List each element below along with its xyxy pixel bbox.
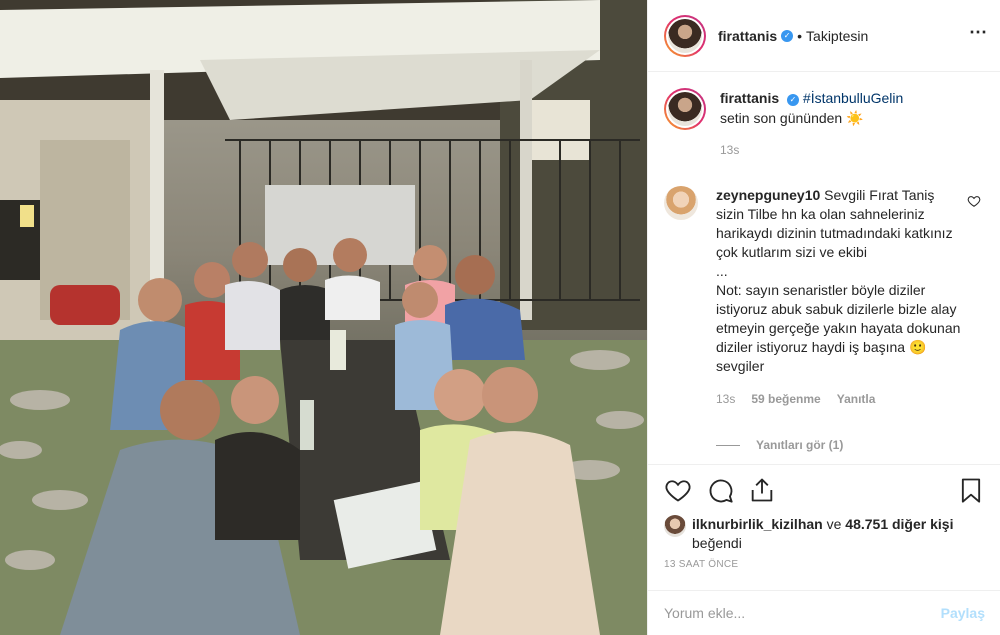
post-timestamp[interactable]: 13 SAAT ÖNCE <box>664 559 985 570</box>
comments-section[interactable]: firattanis ✓ #İstanbulluGelin setin son … <box>648 72 1000 464</box>
share-icon[interactable] <box>748 476 776 504</box>
view-replies-button[interactable]: Yanıtları gör (1) <box>716 436 964 455</box>
comment-item: zeynepguney10 Sevgili Fırat Taniş sizin … <box>664 186 985 455</box>
caption: firattanis ✓ #İstanbulluGelin setin son … <box>664 88 985 160</box>
action-icons <box>664 475 985 505</box>
caption-text: setin son gününden ☀️ <box>720 110 864 126</box>
separator-dot: • <box>797 27 803 44</box>
commenter-avatar[interactable] <box>664 186 698 220</box>
bookmark-icon[interactable] <box>957 476 985 504</box>
comment-time[interactable]: 13s <box>716 390 735 409</box>
post-photo[interactable] <box>0 0 647 635</box>
comment-heart-icon[interactable] <box>967 194 981 208</box>
caption-hashtag[interactable]: #İstanbulluGelin <box>803 90 903 106</box>
commenter-username[interactable]: zeynepguney10 <box>716 187 820 203</box>
heart-icon[interactable] <box>664 476 692 504</box>
caption-avatar[interactable] <box>664 88 706 130</box>
liker-avatar[interactable] <box>664 515 686 537</box>
caption-username[interactable]: firattanis <box>720 90 779 106</box>
comment-likes[interactable]: 59 beğenme <box>751 390 820 409</box>
comment-icon[interactable] <box>706 476 734 504</box>
replies-divider <box>716 445 740 446</box>
post-actions: ilknurbirlik_kizilhan ve 48.751 diğer ki… <box>648 464 1000 584</box>
caption-time[interactable]: 13s <box>720 140 970 160</box>
verified-badge-icon: ✓ <box>781 29 794 42</box>
post-header: firattanis ✓ • Takiptesin ⋯ <box>648 0 1000 72</box>
likes-count[interactable]: 48.751 diğer kişi <box>845 516 953 532</box>
post-side-panel: firattanis ✓ • Takiptesin ⋯ firattanis ✓… <box>647 0 1000 635</box>
post-comment-button[interactable]: Paylaş <box>941 605 985 621</box>
comment-meta: 13s 59 beğenme Yanıtla <box>716 390 964 409</box>
author-username[interactable]: firattanis <box>718 28 777 44</box>
group-photo-illustration <box>0 0 647 635</box>
comment-input[interactable] <box>664 605 941 621</box>
reply-button[interactable]: Yanıtla <box>837 390 876 409</box>
add-comment-bar: Paylaş <box>648 590 1000 635</box>
liker-username[interactable]: ilknurbirlik_kizilhan <box>692 516 823 532</box>
comment-text: Sevgili Fırat Taniş sizin Tilbe hn ka ol… <box>716 187 961 374</box>
view-replies-label: Yanıtları gör (1) <box>756 438 844 452</box>
verified-badge-icon: ✓ <box>787 94 800 106</box>
more-options-icon[interactable]: ⋯ <box>969 22 988 43</box>
author-avatar[interactable] <box>664 14 706 57</box>
likes-summary: ilknurbirlik_kizilhan ve 48.751 diğer ki… <box>664 515 985 553</box>
likes-connector: ve <box>822 516 846 532</box>
likes-suffix: beğendi <box>692 535 742 551</box>
follow-status[interactable]: Takiptesin <box>806 28 868 44</box>
